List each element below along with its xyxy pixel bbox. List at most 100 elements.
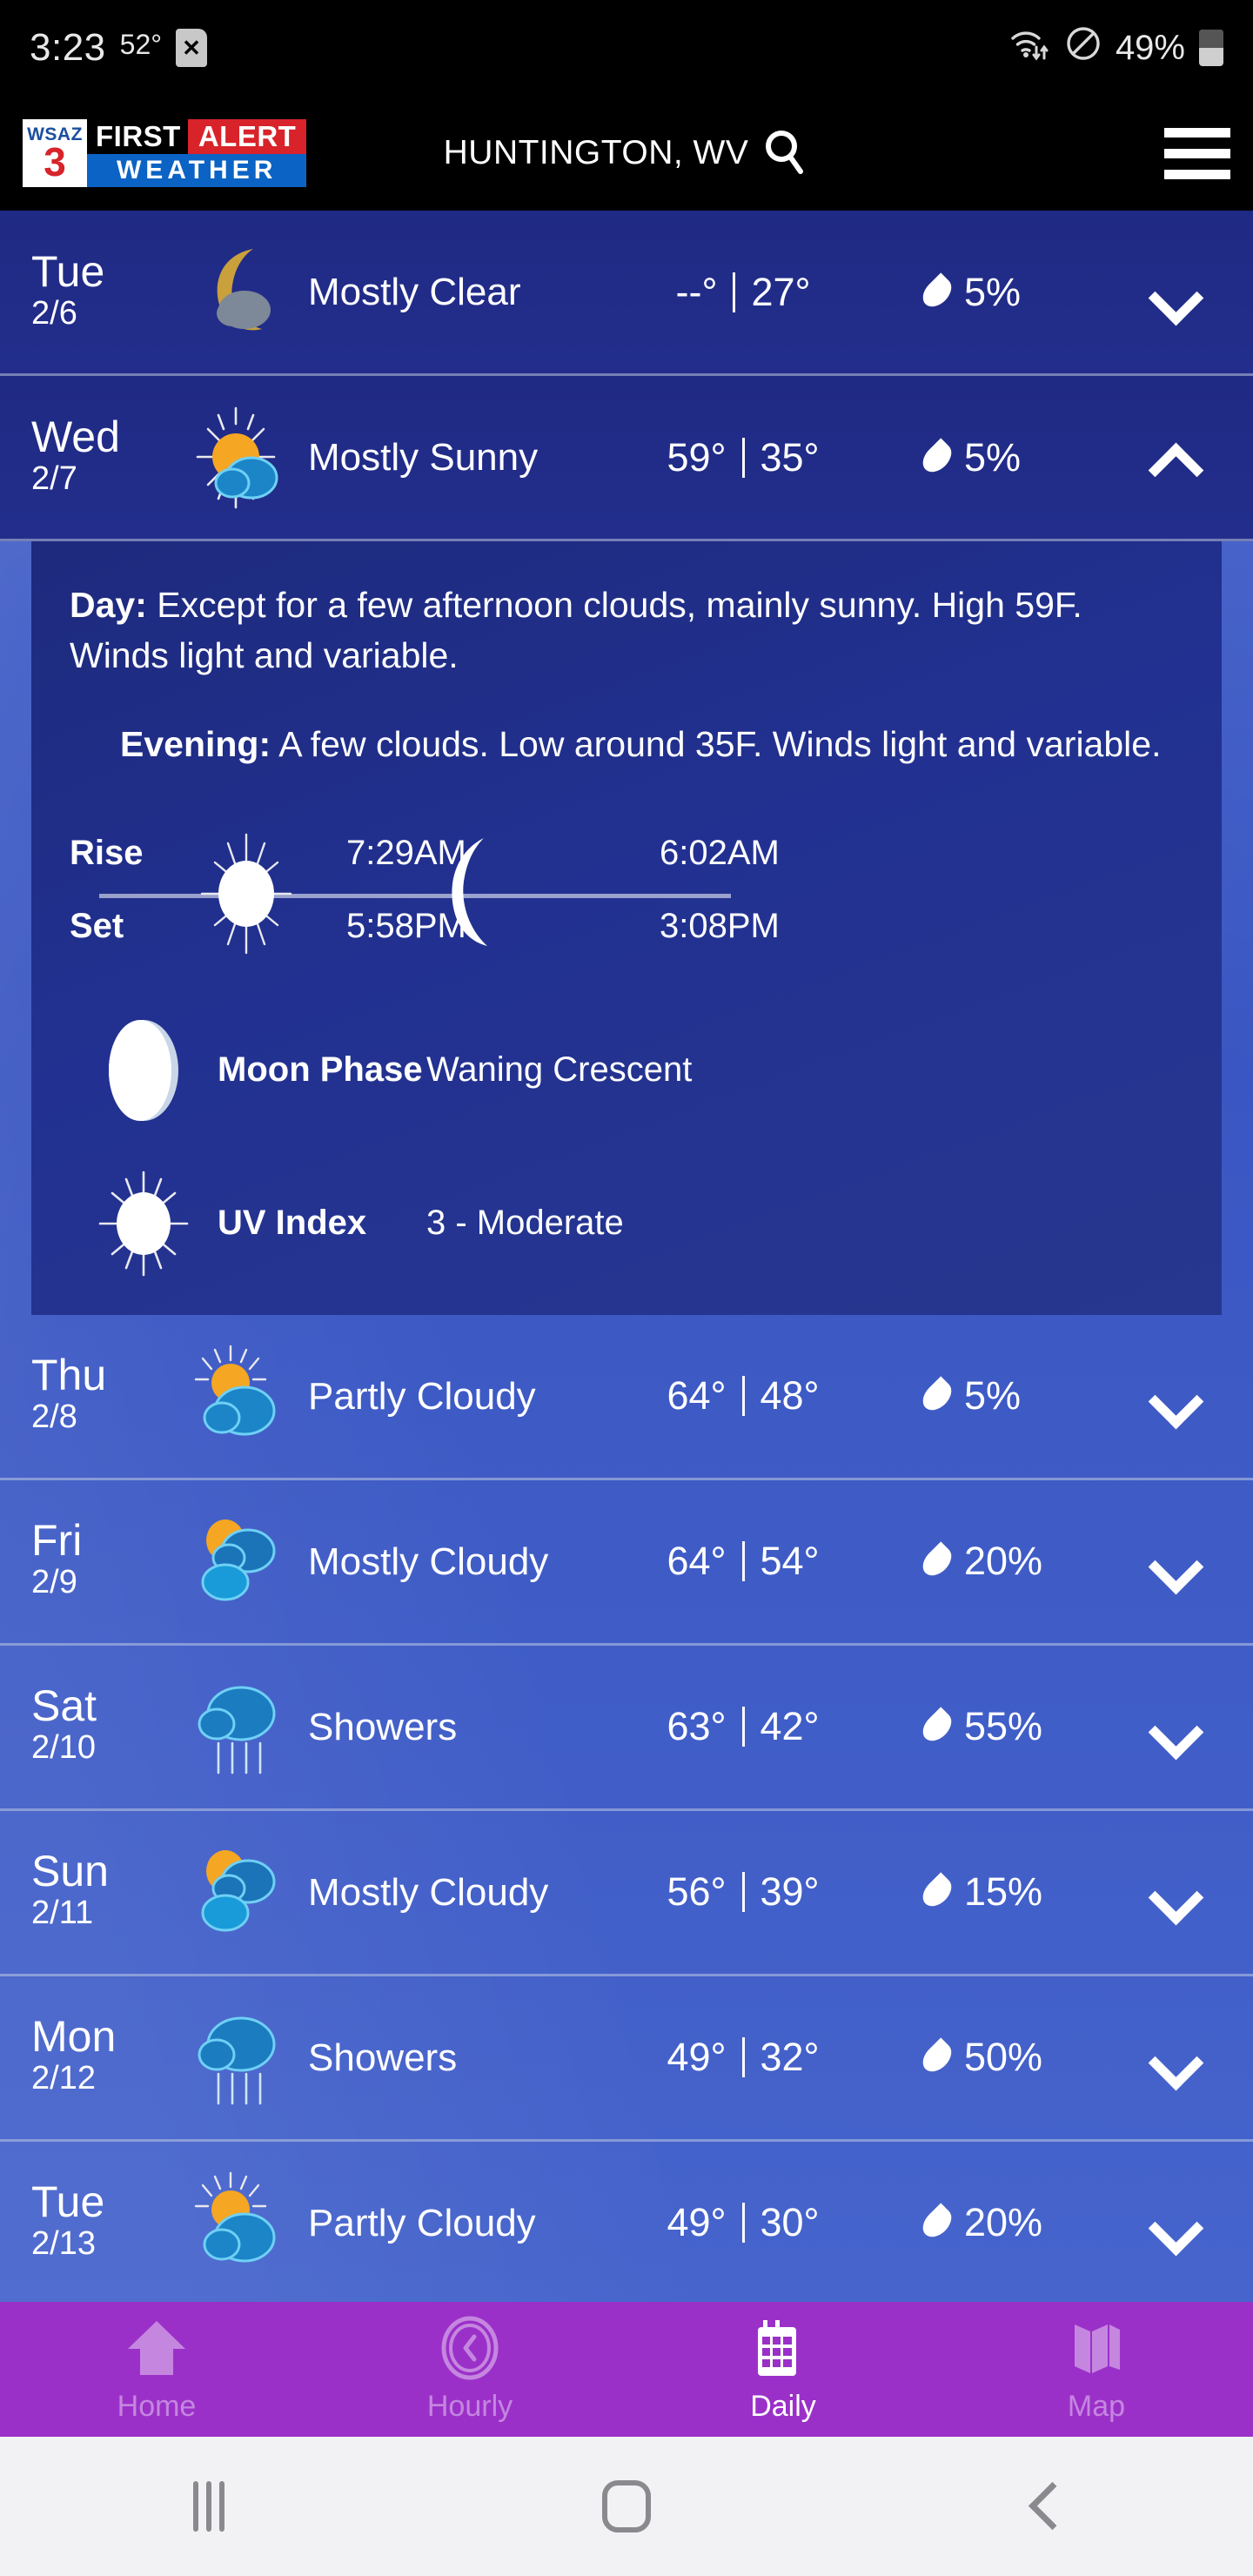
status-bar-left: 3:23 52° ✕	[30, 26, 208, 70]
high-temp: 49°	[667, 2035, 727, 2080]
nav-label-map: Map	[1067, 2389, 1126, 2423]
collapse-toggle[interactable]	[1126, 435, 1222, 480]
precip-percent: 5%	[964, 1373, 1022, 1419]
low-temp: 48°	[760, 1373, 820, 1419]
nav-item-hourly[interactable]: Hourly	[313, 2316, 626, 2424]
day-name: Wed	[31, 412, 120, 461]
forecast-row-fri[interactable]: Fri 2/9 Mostly Cloudy 64° 54° 20%	[0, 1480, 1253, 1646]
rain-cloud-icon	[178, 1675, 308, 1778]
forecast-day-column: Tue 2/13	[31, 2180, 178, 2265]
precip-percent: 5%	[964, 434, 1022, 480]
back-button[interactable]	[835, 2487, 1253, 2526]
sun-cloud-icon	[178, 406, 308, 509]
do-not-disturb-icon	[1065, 25, 1102, 70]
condition-text: Mostly Sunny	[308, 435, 539, 479]
expand-toggle[interactable]	[1126, 1539, 1222, 1584]
high-temp: 63°	[667, 1704, 727, 1749]
precipitation-group: 20%	[917, 2200, 1126, 2245]
chevron-down-icon	[1151, 1869, 1196, 1915]
temp-divider	[741, 1376, 745, 1417]
uv-index-label: UV Index	[218, 1204, 367, 1243]
search-icon[interactable]	[761, 126, 809, 181]
forecast-row-sat[interactable]: Sat 2/10 Showers 63° 42° 55%	[0, 1646, 1253, 1811]
forecast-row-sun[interactable]: Sun 2/11 Mostly Cloudy 56° 39° 15%	[0, 1811, 1253, 1976]
app-bottom-navigation[interactable]: Home Hourly Daily Map	[0, 2302, 1253, 2437]
home-button[interactable]	[418, 2480, 835, 2532]
day-name: Sat	[31, 1681, 97, 1731]
chevron-down-icon	[1151, 2200, 1196, 2245]
nav-label-hourly: Hourly	[426, 2389, 513, 2423]
recents-button[interactable]	[0, 2481, 418, 2532]
recents-icon	[193, 2481, 224, 2532]
nav-item-home[interactable]: Home	[0, 2316, 313, 2424]
moon-cloud-icon	[178, 244, 308, 341]
day-date: 2/11	[31, 1895, 94, 1932]
condition-text: Mostly Cloudy	[308, 1540, 549, 1583]
low-temp: 39°	[760, 1869, 820, 1915]
nav-label-home: Home	[117, 2389, 197, 2423]
sim-card-x-icon: ✕	[176, 29, 208, 67]
forecast-detail-panel: Day: Except for a few afternoon clouds, …	[31, 541, 1222, 1315]
nav-item-daily[interactable]: Daily	[626, 2316, 940, 2424]
forecast-row-tue[interactable]: Tue 2/6 Mostly Clear --° 27° 5%	[0, 211, 1253, 376]
day-forecast-label: Day:	[70, 585, 147, 625]
hamburger-menu-icon[interactable]	[1164, 127, 1230, 179]
logo-wordmark: FIRST ALERT WEATHER	[87, 119, 307, 187]
high-temp: 64°	[667, 1373, 727, 1419]
condition-text: Partly Cloudy	[308, 1374, 536, 1418]
battery-percentage: 49%	[1115, 28, 1185, 67]
sun-two-clouds-icon	[178, 1843, 308, 1941]
sun-behind-cloud-icon	[178, 1345, 308, 1447]
chevron-down-icon	[1151, 270, 1196, 315]
forecast-row-mon[interactable]: Mon 2/12 Showers 49° 32° 50%	[0, 1976, 1253, 2142]
moon-phase-row: Moon Phase Waning Crescent	[70, 1014, 1183, 1127]
expand-toggle[interactable]	[1126, 1869, 1222, 1915]
daily-forecast-list[interactable]: Tue 2/6 Mostly Clear --° 27° 5% Wed 2/7	[0, 211, 1253, 2307]
home-pill-icon	[602, 2480, 651, 2532]
temperature-range: 49° 32°	[560, 2035, 926, 2080]
wsaz-first-alert-weather-logo[interactable]: WSAZ 3 FIRST ALERT WEATHER	[23, 119, 307, 187]
forecast-row-wed[interactable]: Wed 2/7 Mostly Sunny 59° 35° 5%	[0, 376, 1253, 541]
expand-toggle[interactable]	[1126, 2200, 1222, 2245]
expand-toggle[interactable]	[1126, 1373, 1222, 1419]
condition-text: Partly Cloudy	[308, 2201, 536, 2244]
android-system-navigation[interactable]	[0, 2437, 1253, 2576]
logo-first-text: FIRST	[87, 119, 188, 154]
forecast-row-thu[interactable]: Thu 2/8 Partly Cloudy 64° 48° 5%	[0, 1315, 1253, 1480]
evening-forecast-body: A few clouds. Low around 35F. Winds ligh…	[271, 724, 1162, 765]
precip-percent: 50%	[964, 2035, 1043, 2080]
temp-divider	[741, 1872, 745, 1913]
forecast-day-column: Tue 2/6	[31, 250, 178, 335]
set-label: Set	[70, 907, 124, 946]
sun-icon	[198, 833, 294, 959]
nav-label-daily: Daily	[750, 2389, 816, 2423]
nav-item-map[interactable]: Map	[940, 2316, 1253, 2424]
day-name: Tue	[31, 246, 105, 296]
clock-icon	[436, 2316, 504, 2385]
moonrise-time: 6:02AM	[660, 834, 780, 873]
sun-two-clouds-icon	[178, 1513, 308, 1610]
expand-toggle[interactable]	[1126, 270, 1222, 315]
moon-phase-label: Moon Phase	[218, 1050, 423, 1090]
horizon-line	[99, 893, 731, 898]
forecast-row-tue-next[interactable]: Tue 2/13 Partly Cloudy 49° 30° 20%	[0, 2142, 1253, 2307]
temp-divider	[741, 1541, 745, 1582]
temperature-range: 64° 54°	[560, 1539, 926, 1584]
day-name: Thu	[31, 1351, 107, 1400]
back-chevron-icon	[1025, 2487, 1063, 2526]
precip-percent: 15%	[964, 1869, 1043, 1915]
temperature-range: 64° 48°	[560, 1373, 926, 1419]
logo-alert-text: ALERT	[187, 119, 307, 154]
current-location-label[interactable]: HUNTINGTON, WV	[444, 134, 749, 172]
forecast-day-column: Sun 2/11	[31, 1849, 178, 1935]
temp-divider	[741, 2037, 745, 2078]
temperature-range: 59° 35°	[560, 435, 926, 480]
temp-divider	[733, 272, 736, 312]
chevron-down-icon	[1151, 1373, 1196, 1419]
low-temp: 32°	[760, 2035, 820, 2080]
high-temp: 49°	[667, 2200, 727, 2245]
expand-toggle[interactable]	[1126, 2035, 1222, 2080]
chevron-down-icon	[1151, 1539, 1196, 1584]
forecast-day-column: Wed 2/7	[31, 415, 178, 500]
expand-toggle[interactable]	[1126, 1704, 1222, 1749]
